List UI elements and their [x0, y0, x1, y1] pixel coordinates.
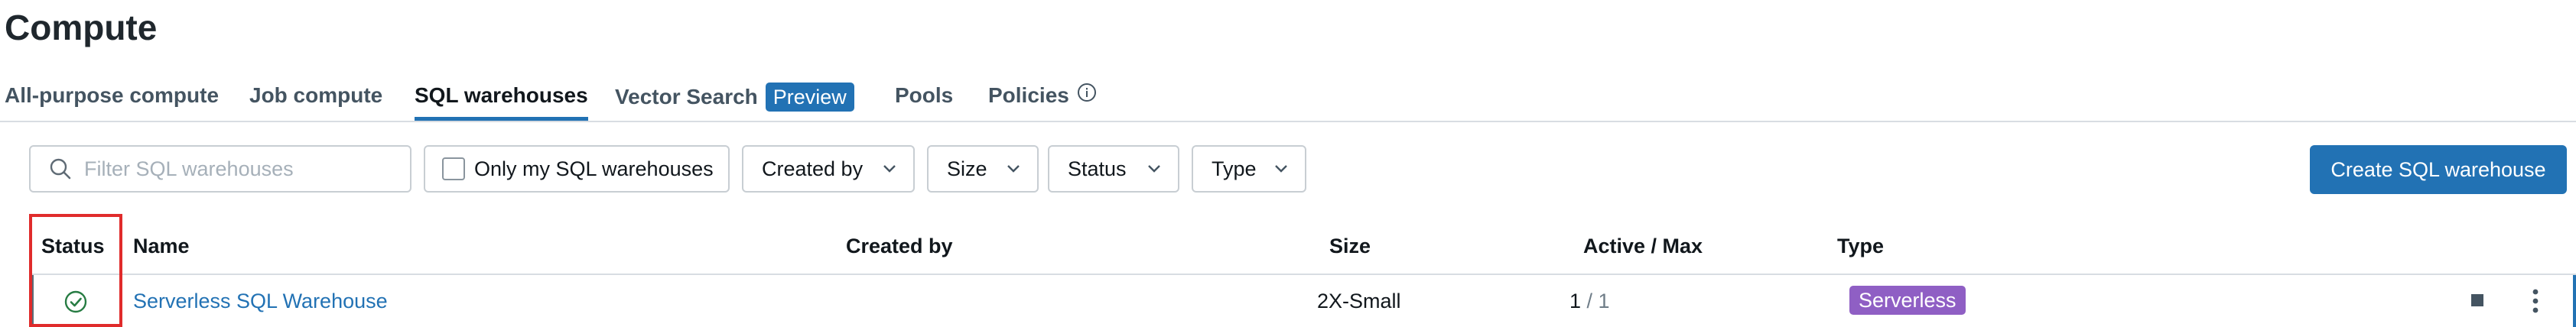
chevron-down-icon	[883, 164, 896, 173]
tab-sql-warehouses[interactable]: SQL warehouses	[415, 83, 588, 121]
tab-label: Pools	[895, 83, 954, 107]
column-header-name[interactable]: Name	[133, 234, 190, 258]
tab-label: Policies	[988, 83, 1069, 107]
tab-label: All-purpose compute	[5, 83, 220, 107]
tab-policies[interactable]: Policies	[988, 83, 1097, 108]
preview-badge: Preview	[765, 83, 854, 112]
type-badge: Serverless	[1849, 286, 1966, 315]
create-sql-warehouse-button[interactable]: Create SQL warehouse	[2310, 145, 2567, 194]
tab-all-purpose-compute[interactable]: All-purpose compute	[5, 83, 219, 108]
tab-label: SQL warehouses	[415, 83, 588, 107]
column-header-created-by[interactable]: Created by	[846, 234, 953, 258]
warehouses-table: Status Name Created by Size Active / Max…	[0, 222, 2576, 327]
active-max-cell: 1 / 1	[1569, 288, 1610, 314]
search-icon	[49, 157, 72, 180]
page-title: Compute	[5, 8, 158, 47]
tab-bar: All-purpose compute Job compute SQL ware…	[0, 76, 2576, 122]
active-max-separator: /	[1581, 290, 1599, 312]
check-circle-icon	[63, 289, 89, 319]
only-mine-checkbox[interactable]	[442, 157, 465, 180]
tab-pools[interactable]: Pools	[895, 83, 953, 108]
type-dropdown[interactable]: Type	[1192, 145, 1306, 193]
created-by-dropdown[interactable]: Created by	[742, 145, 915, 193]
stop-icon[interactable]	[2469, 292, 2487, 310]
type-label: Type	[1212, 157, 1257, 180]
only-my-sql-warehouses-filter[interactable]: Only my SQL warehouses	[424, 145, 730, 193]
chevron-down-icon	[1274, 164, 1288, 173]
column-header-type[interactable]: Type	[1837, 234, 1884, 258]
column-header-status[interactable]: Status	[41, 234, 105, 258]
row-right-accent	[2573, 275, 2576, 327]
search-input[interactable]	[83, 156, 392, 182]
info-icon[interactable]	[1077, 83, 1097, 108]
only-mine-label: Only my SQL warehouses	[474, 157, 714, 180]
chevron-down-icon	[1147, 164, 1161, 173]
size-cell: 2X-Small	[1317, 290, 1401, 312]
warehouse-name-link[interactable]: Serverless SQL Warehouse	[133, 288, 388, 314]
tab-label: Vector Search	[615, 85, 758, 108]
filter-bar: Only my SQL warehouses Created by Size S…	[0, 144, 2576, 196]
status-dropdown[interactable]: Status	[1048, 145, 1179, 193]
kebab-menu-icon[interactable]	[2526, 286, 2545, 316]
created-by-label: Created by	[762, 157, 864, 180]
size-label: Size	[947, 157, 987, 180]
tab-vector-search[interactable]: Vector Search Preview	[615, 83, 854, 112]
size-dropdown[interactable]: Size	[927, 145, 1039, 193]
search-field[interactable]	[29, 145, 411, 193]
max-count: 1	[1598, 290, 1610, 312]
tab-label: Job compute	[249, 83, 383, 107]
status-label: Status	[1068, 157, 1127, 180]
chevron-down-icon	[1007, 164, 1020, 173]
column-header-active-max[interactable]: Active / Max	[1583, 234, 1703, 258]
tab-job-compute[interactable]: Job compute	[249, 83, 382, 108]
column-header-size[interactable]: Size	[1329, 234, 1371, 258]
row-accent-bar	[29, 275, 34, 327]
active-count: 1	[1569, 290, 1582, 312]
table-row[interactable]: Serverless SQL Warehouse 2X-Small 1 / 1 …	[29, 275, 2576, 327]
